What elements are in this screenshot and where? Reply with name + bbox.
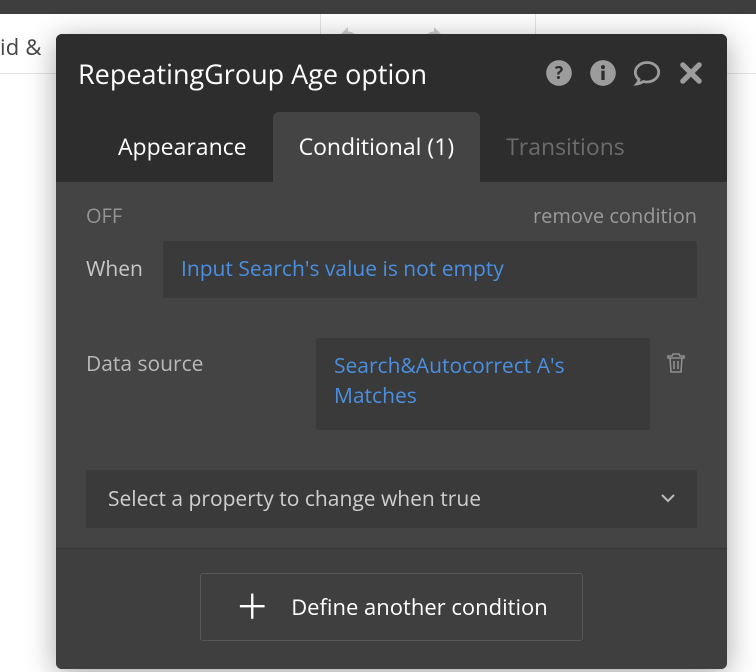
panel-body: OFF remove condition When Input Search's… [56, 182, 727, 548]
data-source-expression[interactable]: Search&Autocorrect A's Matches [316, 338, 650, 430]
tab-transitions[interactable]: Transitions [480, 112, 651, 182]
condition-header-row: OFF remove condition [86, 202, 697, 229]
delete-data-source-icon[interactable] [650, 338, 692, 382]
define-another-condition-button[interactable]: ＋ Define another condition [200, 573, 583, 641]
close-icon[interactable] [677, 59, 705, 87]
when-label: When [86, 241, 163, 283]
define-another-label: Define another condition [291, 592, 548, 622]
panel-footer: ＋ Define another condition [56, 548, 727, 669]
remove-condition-link[interactable]: remove condition [533, 202, 697, 229]
panel-title-row: RepeatingGroup Age option ? [78, 34, 705, 112]
property-select-placeholder: Select a property to change when true [108, 485, 481, 513]
svg-text:?: ? [555, 61, 563, 85]
bg-text-left: id & [0, 32, 42, 62]
panel-title: RepeatingGroup Age option [78, 55, 545, 92]
window-top-strip [0, 0, 756, 14]
help-icon[interactable]: ? [545, 59, 573, 87]
header-icon-group: ? [545, 59, 705, 87]
panel-header: RepeatingGroup Age option ? Appearance C… [56, 34, 727, 182]
when-row: When Input Search's value is not empty [86, 241, 697, 298]
property-select[interactable]: Select a property to change when true [86, 470, 697, 528]
condition-off-badge[interactable]: OFF [86, 202, 122, 229]
data-source-row: Data source Search&Autocorrect A's Match… [86, 338, 697, 430]
tab-bar: Appearance Conditional (1) Transitions [78, 112, 705, 182]
comment-icon[interactable] [633, 59, 661, 87]
data-source-label: Data source [86, 338, 316, 378]
info-icon[interactable] [589, 59, 617, 87]
tab-appearance[interactable]: Appearance [92, 112, 273, 182]
chevron-down-icon [661, 490, 675, 509]
tab-conditional[interactable]: Conditional (1) [273, 112, 481, 182]
when-expression[interactable]: Input Search's value is not empty [163, 241, 697, 298]
element-editor-panel: RepeatingGroup Age option ? Appearance C… [56, 34, 727, 669]
